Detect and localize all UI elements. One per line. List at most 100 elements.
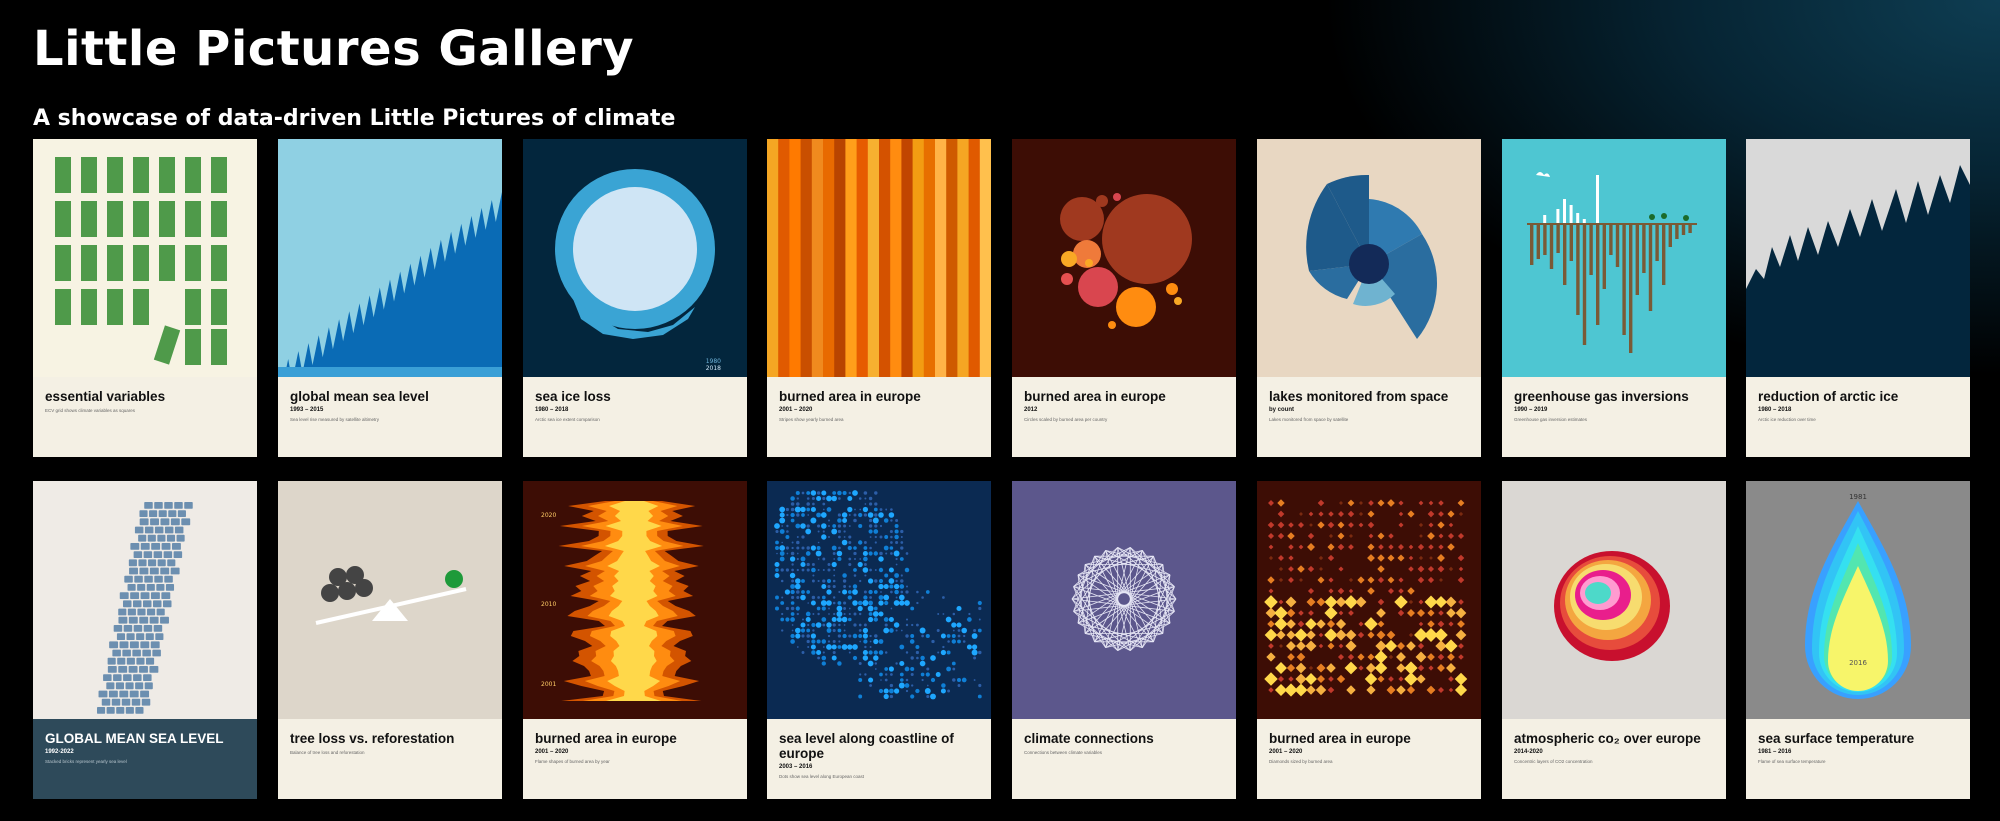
card-caption: global mean sea level 1993 – 2015 Sea le… <box>278 377 502 457</box>
card-title: burned area in europe <box>535 731 677 746</box>
card-caption: burned area in europe 2001 – 2020 Flame … <box>523 719 747 799</box>
gallery-card-atmospheric-co2[interactable]: atmospheric co₂ over europe 2014-2020 Co… <box>1502 481 1726 799</box>
card-title: sea level along coastline of europe <box>779 731 954 761</box>
ghg-bars <box>1502 139 1726 377</box>
card-artwork <box>278 139 502 377</box>
gallery-card-burned-area-flames[interactable]: 2020 2010 2001 burned area in europe 200… <box>523 481 747 799</box>
card-years: 2014-2020 <box>1514 749 1543 755</box>
card-caption: GLOBAL MEAN SEA LEVEL 1992-2022 Stacked … <box>33 719 257 799</box>
card-caption: sea ice loss 1980 – 2018 Arctic sea ice … <box>523 377 747 457</box>
gallery-card-essential-variables[interactable]: essential variables ECV grid shows clima… <box>33 139 257 457</box>
year-label-1981: 1981 <box>1849 493 1867 501</box>
burned-area-flame-stream: 2020 2010 2001 <box>523 481 747 719</box>
page-title: Little Pictures Gallery <box>33 21 635 77</box>
card-caption: burned area in europe 2001 – 2020 Stripe… <box>767 377 991 457</box>
card-artwork: 1981 2016 <box>1746 481 1970 719</box>
card-title: burned area in europe <box>1269 731 1411 746</box>
card-title: burned area in europe <box>779 389 921 404</box>
card-caption: greenhouse gas inversions 1990 – 2019 Gr… <box>1502 377 1726 457</box>
card-artwork <box>1012 481 1236 719</box>
card-title: greenhouse gas inversions <box>1514 389 1689 404</box>
gallery-card-sea-surface-temperature[interactable]: 1981 2016 sea surface temperature 1981 –… <box>1746 481 1970 799</box>
gallery-card-burned-area-stripes[interactable]: burned area in europe 2001 – 2020 Stripe… <box>767 139 991 457</box>
card-description: Flame of sea surface temperature <box>1758 759 1826 764</box>
card-artwork <box>1257 481 1481 719</box>
co2-concentric-blob <box>1502 481 1726 719</box>
card-description: Greenhouse gas inversion estimates <box>1514 417 1588 422</box>
card-description: Arctic sea ice extent comparison <box>535 417 600 422</box>
card-description: Balance of tree loss and reforestation <box>290 750 365 755</box>
card-title: atmospheric co₂ over europe <box>1514 731 1701 746</box>
arctic-ice-mountains <box>1746 139 1970 377</box>
burned-area-diamonds <box>1257 481 1481 719</box>
year-label-2020: 2020 <box>541 512 556 519</box>
card-artwork <box>767 481 991 719</box>
burned-area-bubbles <box>1012 139 1236 377</box>
card-title: essential variables <box>45 389 166 404</box>
card-artwork <box>767 139 991 377</box>
card-caption: reduction of arctic ice 1980 – 2018 Arct… <box>1746 377 1970 457</box>
card-artwork <box>33 139 257 377</box>
card-title: lakes monitored from space <box>1269 389 1449 404</box>
gallery-card-arctic-ice[interactable]: reduction of arctic ice 1980 – 2018 Arct… <box>1746 139 1970 457</box>
brick-tower <box>33 481 257 719</box>
gallery-card-global-mean-sea-level[interactable]: global mean sea level 1993 – 2015 Sea le… <box>278 139 502 457</box>
card-artwork <box>278 481 502 719</box>
gallery-card-burned-area-diamonds[interactable]: burned area in europe 2001 – 2020 Diamon… <box>1257 481 1481 799</box>
card-artwork: 2020 2010 2001 <box>523 481 747 719</box>
card-description: Stripes show yearly burned area <box>779 417 844 422</box>
connections-burst <box>1012 481 1236 719</box>
card-caption: atmospheric co₂ over europe 2014-2020 Co… <box>1502 719 1726 799</box>
seesaw <box>278 481 502 719</box>
card-caption: burned area in europe 2001 – 2020 Diamon… <box>1257 719 1481 799</box>
year-label-end: 2018 <box>706 365 721 372</box>
card-description: Concentric layers of CO2 concentration <box>1514 759 1593 764</box>
sea-ice-circles: 1980 2018 <box>523 139 747 377</box>
card-caption: burned area in europe 2012 Circles scale… <box>1012 377 1236 457</box>
card-description: Dots show sea level along European coast <box>779 774 865 779</box>
card-title: GLOBAL MEAN SEA LEVEL <box>45 731 224 746</box>
card-years: by count <box>1269 407 1294 413</box>
card-artwork <box>1257 139 1481 377</box>
card-description: Arctic ice reduction over time <box>1758 417 1816 422</box>
gallery-card-gmsl-bricks[interactable]: GLOBAL MEAN SEA LEVEL 1992-2022 Stacked … <box>33 481 257 799</box>
card-description: Circles scaled by burned area per countr… <box>1024 417 1108 422</box>
card-caption: sea surface temperature 1981 – 2016 Flam… <box>1746 719 1970 799</box>
gallery-card-sea-ice-loss[interactable]: 1980 2018 sea ice loss 1980 – 2018 Arcti… <box>523 139 747 457</box>
card-years: 1981 – 2016 <box>1758 749 1792 755</box>
card-caption: sea level along coastline of europe 2003… <box>767 719 991 799</box>
gallery-card-lakes-monitored[interactable]: lakes monitored from space by count Lake… <box>1257 139 1481 457</box>
card-years: 2003 – 2016 <box>779 764 813 770</box>
card-caption: climate connections Connections between … <box>1012 719 1236 799</box>
card-title: burned area in europe <box>1024 389 1166 404</box>
gallery-card-tree-loss[interactable]: tree loss vs. reforestation Balance of t… <box>278 481 502 799</box>
coastline-dot-map <box>767 481 991 719</box>
gallery-card-sea-level-coastline[interactable]: sea level along coastline of europe 2003… <box>767 481 991 799</box>
card-title: climate connections <box>1024 731 1154 746</box>
sst-flame: 1981 2016 <box>1746 481 1970 719</box>
sea-level-wave <box>278 139 502 377</box>
card-years: 1980 – 2018 <box>535 407 569 413</box>
card-title: reduction of arctic ice <box>1758 389 1899 404</box>
card-caption: tree loss vs. reforestation Balance of t… <box>278 719 502 799</box>
burned-area-stripes <box>767 139 991 377</box>
card-years: 1992-2022 <box>45 749 74 755</box>
card-years: 1993 – 2015 <box>290 407 324 413</box>
card-description: Stacked bricks represent yearly sea leve… <box>45 759 127 764</box>
card-description: Lakes monitored from space by satellite <box>1269 417 1349 422</box>
card-description: Sea level rise measured by satellite alt… <box>290 417 380 422</box>
gallery-card-climate-connections[interactable]: climate connections Connections between … <box>1012 481 1236 799</box>
year-label-2010: 2010 <box>541 601 556 608</box>
gallery-card-burned-area-circles[interactable]: burned area in europe 2012 Circles scale… <box>1012 139 1236 457</box>
card-description: Diamonds sized by burned area <box>1269 759 1333 764</box>
card-artwork <box>1502 481 1726 719</box>
year-label-2001: 2001 <box>541 681 556 688</box>
card-caption: lakes monitored from space by count Lake… <box>1257 377 1481 457</box>
card-artwork <box>33 481 257 719</box>
card-title: global mean sea level <box>290 389 429 404</box>
card-years: 2001 – 2020 <box>535 749 569 755</box>
card-title: sea ice loss <box>535 389 611 404</box>
card-years: 1980 – 2018 <box>1758 407 1792 413</box>
gallery-card-greenhouse-gas[interactable]: greenhouse gas inversions 1990 – 2019 Gr… <box>1502 139 1726 457</box>
card-years: 1990 – 2019 <box>1514 407 1548 413</box>
